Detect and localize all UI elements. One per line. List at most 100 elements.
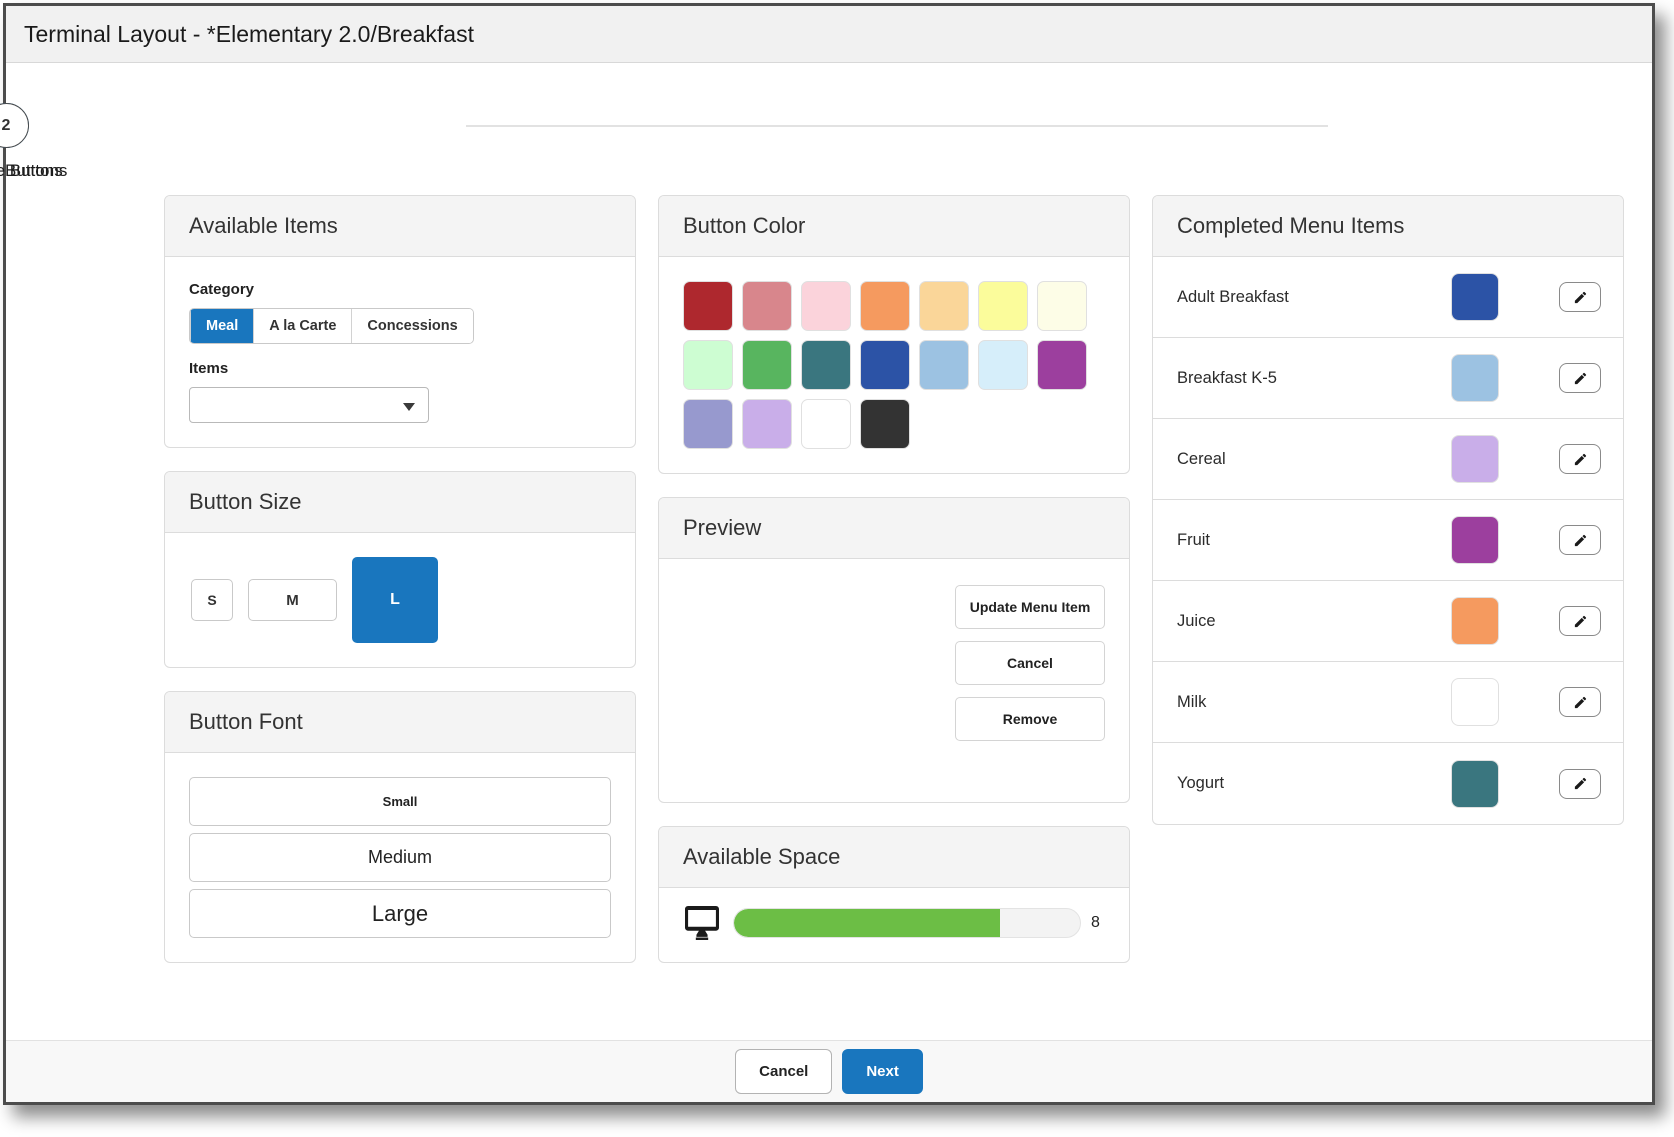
color-swatch[interactable] — [801, 281, 851, 331]
edit-menu-item-button[interactable] — [1559, 444, 1601, 474]
font-option-button[interactable]: Large — [189, 889, 611, 938]
menu-item-name: Fruit — [1177, 530, 1210, 549]
button-font-title: Button Font — [165, 692, 635, 753]
preview-action-button[interactable]: Update Menu Item — [955, 585, 1105, 629]
completed-menu-items-list: Adult Breakfast Breakfast K-5 Cereal Fru… — [1153, 257, 1623, 824]
menu-item-name: Juice — [1177, 611, 1216, 630]
menu-item-color-swatch — [1451, 759, 1499, 808]
available-space-count: 8 — [1091, 914, 1100, 931]
category-option-button[interactable]: Concessions — [351, 309, 473, 343]
color-swatch[interactable] — [860, 399, 910, 449]
color-swatch[interactable] — [919, 340, 969, 390]
menu-item-row: Cereal — [1153, 419, 1623, 500]
edit-menu-item-button[interactable] — [1559, 282, 1601, 312]
button-color-panel: Button Color — [658, 195, 1130, 474]
preview-action-buttons: Update Menu Item Cancel Remove — [955, 585, 1105, 778]
pencil-icon — [1574, 372, 1586, 384]
menu-item-color-swatch — [1451, 273, 1499, 321]
menu-item-color-swatch — [1451, 516, 1499, 564]
color-swatch[interactable] — [683, 281, 733, 331]
available-space-title: Available Space — [659, 827, 1129, 888]
menu-item-name: Yogurt — [1177, 774, 1225, 792]
menu-item-row: Juice — [1153, 581, 1623, 662]
category-segmented-control: Meal A la Carte Concessions — [189, 308, 474, 344]
menu-item-color-swatch — [1451, 435, 1499, 483]
menu-item-name: Adult Breakfast — [1177, 287, 1289, 306]
stepper-connector-line — [466, 125, 1328, 127]
color-swatch[interactable] — [742, 281, 792, 331]
preview-action-button[interactable]: Cancel — [955, 641, 1105, 685]
color-swatch[interactable] — [1037, 281, 1087, 331]
edit-menu-item-button[interactable] — [1559, 768, 1601, 799]
pencil-icon — [1574, 453, 1586, 465]
edit-menu-item-button[interactable] — [1559, 687, 1601, 717]
menu-item-row: Milk — [1153, 662, 1623, 743]
available-items-panel: Available Items Category Meal A la Carte… — [164, 195, 636, 448]
edit-menu-item-button[interactable] — [1559, 525, 1601, 555]
available-space-progress-fill — [734, 909, 1001, 937]
size-option-button[interactable]: L — [352, 557, 438, 643]
size-option-button[interactable]: M — [248, 579, 337, 621]
wizard-footer: Cancel Next — [6, 1040, 1652, 1102]
color-swatch[interactable] — [801, 340, 851, 390]
color-swatch[interactable] — [742, 340, 792, 390]
menu-item-row: Adult Breakfast — [1153, 257, 1623, 338]
main-content: 1 Assign Buttons 2 Arrange Buttons Avail… — [0, 63, 1652, 1040]
next-button[interactable]: Next — [842, 1049, 923, 1094]
pencil-icon — [1574, 696, 1586, 708]
category-option-button[interactable]: Meal — [190, 309, 254, 343]
step-wizard: 1 Assign Buttons 2 Arrange Buttons — [0, 63, 1652, 191]
pencil-icon — [1574, 534, 1586, 546]
edit-menu-item-button[interactable] — [1559, 363, 1601, 393]
menu-item-name: Cereal — [1177, 449, 1226, 468]
font-option-button[interactable]: Small — [189, 777, 611, 826]
color-swatch[interactable] — [683, 340, 733, 390]
color-swatch-grid — [683, 281, 1105, 449]
button-color-title: Button Color — [659, 196, 1129, 257]
items-dropdown[interactable] — [189, 387, 429, 423]
pencil-icon — [1574, 777, 1586, 790]
dropdown-caret-icon — [403, 403, 415, 411]
menu-item-row: Yogurt — [1153, 743, 1623, 824]
completed-menu-items-title: Completed Menu Items — [1153, 196, 1623, 257]
available-space-panel: Available Space 8 — [658, 826, 1130, 963]
color-swatch[interactable] — [683, 399, 733, 449]
items-label: Items — [189, 360, 229, 377]
menu-item-color-swatch — [1451, 678, 1499, 726]
menu-item-name: Breakfast K-5 — [1177, 368, 1277, 387]
panels-area: Available Items Category Meal A la Carte… — [6, 191, 1652, 963]
step-number-circle[interactable]: 2 — [0, 103, 29, 148]
edit-menu-item-button[interactable] — [1559, 606, 1601, 636]
color-swatch[interactable] — [978, 281, 1028, 331]
size-option-button[interactable]: S — [191, 579, 233, 621]
preview-title: Preview — [659, 498, 1129, 559]
menu-item-color-swatch — [1451, 354, 1499, 402]
pencil-icon — [1574, 291, 1586, 303]
menu-item-row: Fruit — [1153, 500, 1623, 581]
button-font-panel: Button Font Small Medium Large — [164, 691, 636, 963]
category-option-button[interactable]: A la Carte — [253, 309, 352, 343]
available-space-progressbar — [733, 908, 1081, 938]
button-size-title: Button Size — [165, 472, 635, 533]
color-swatch[interactable] — [860, 340, 910, 390]
wizard-step: 2 Arrange Buttons — [0, 103, 116, 181]
color-swatch[interactable] — [801, 399, 851, 449]
color-swatch[interactable] — [1037, 340, 1087, 390]
preview-action-button[interactable]: Remove — [955, 697, 1105, 741]
color-swatch[interactable] — [860, 281, 910, 331]
color-swatch[interactable] — [742, 399, 792, 449]
page-title: Terminal Layout - *Elementary 2.0/Breakf… — [24, 20, 474, 47]
font-option-button[interactable]: Medium — [189, 833, 611, 882]
completed-menu-items-panel: Completed Menu Items Adult Breakfast Bre… — [1152, 195, 1624, 825]
preview-panel: Preview Update Menu Item Cancel Remove — [658, 497, 1130, 803]
cancel-button[interactable]: Cancel — [735, 1049, 833, 1094]
color-swatch[interactable] — [978, 340, 1028, 390]
button-font-options: Small Medium Large — [189, 777, 611, 938]
step-label: Arrange Buttons — [0, 161, 68, 180]
pencil-icon — [1574, 615, 1586, 627]
available-items-title: Available Items — [165, 196, 635, 257]
color-swatch[interactable] — [919, 281, 969, 331]
menu-item-color-swatch — [1451, 597, 1499, 645]
button-size-panel: Button Size S M L — [164, 471, 636, 668]
category-label: Category — [189, 281, 255, 298]
